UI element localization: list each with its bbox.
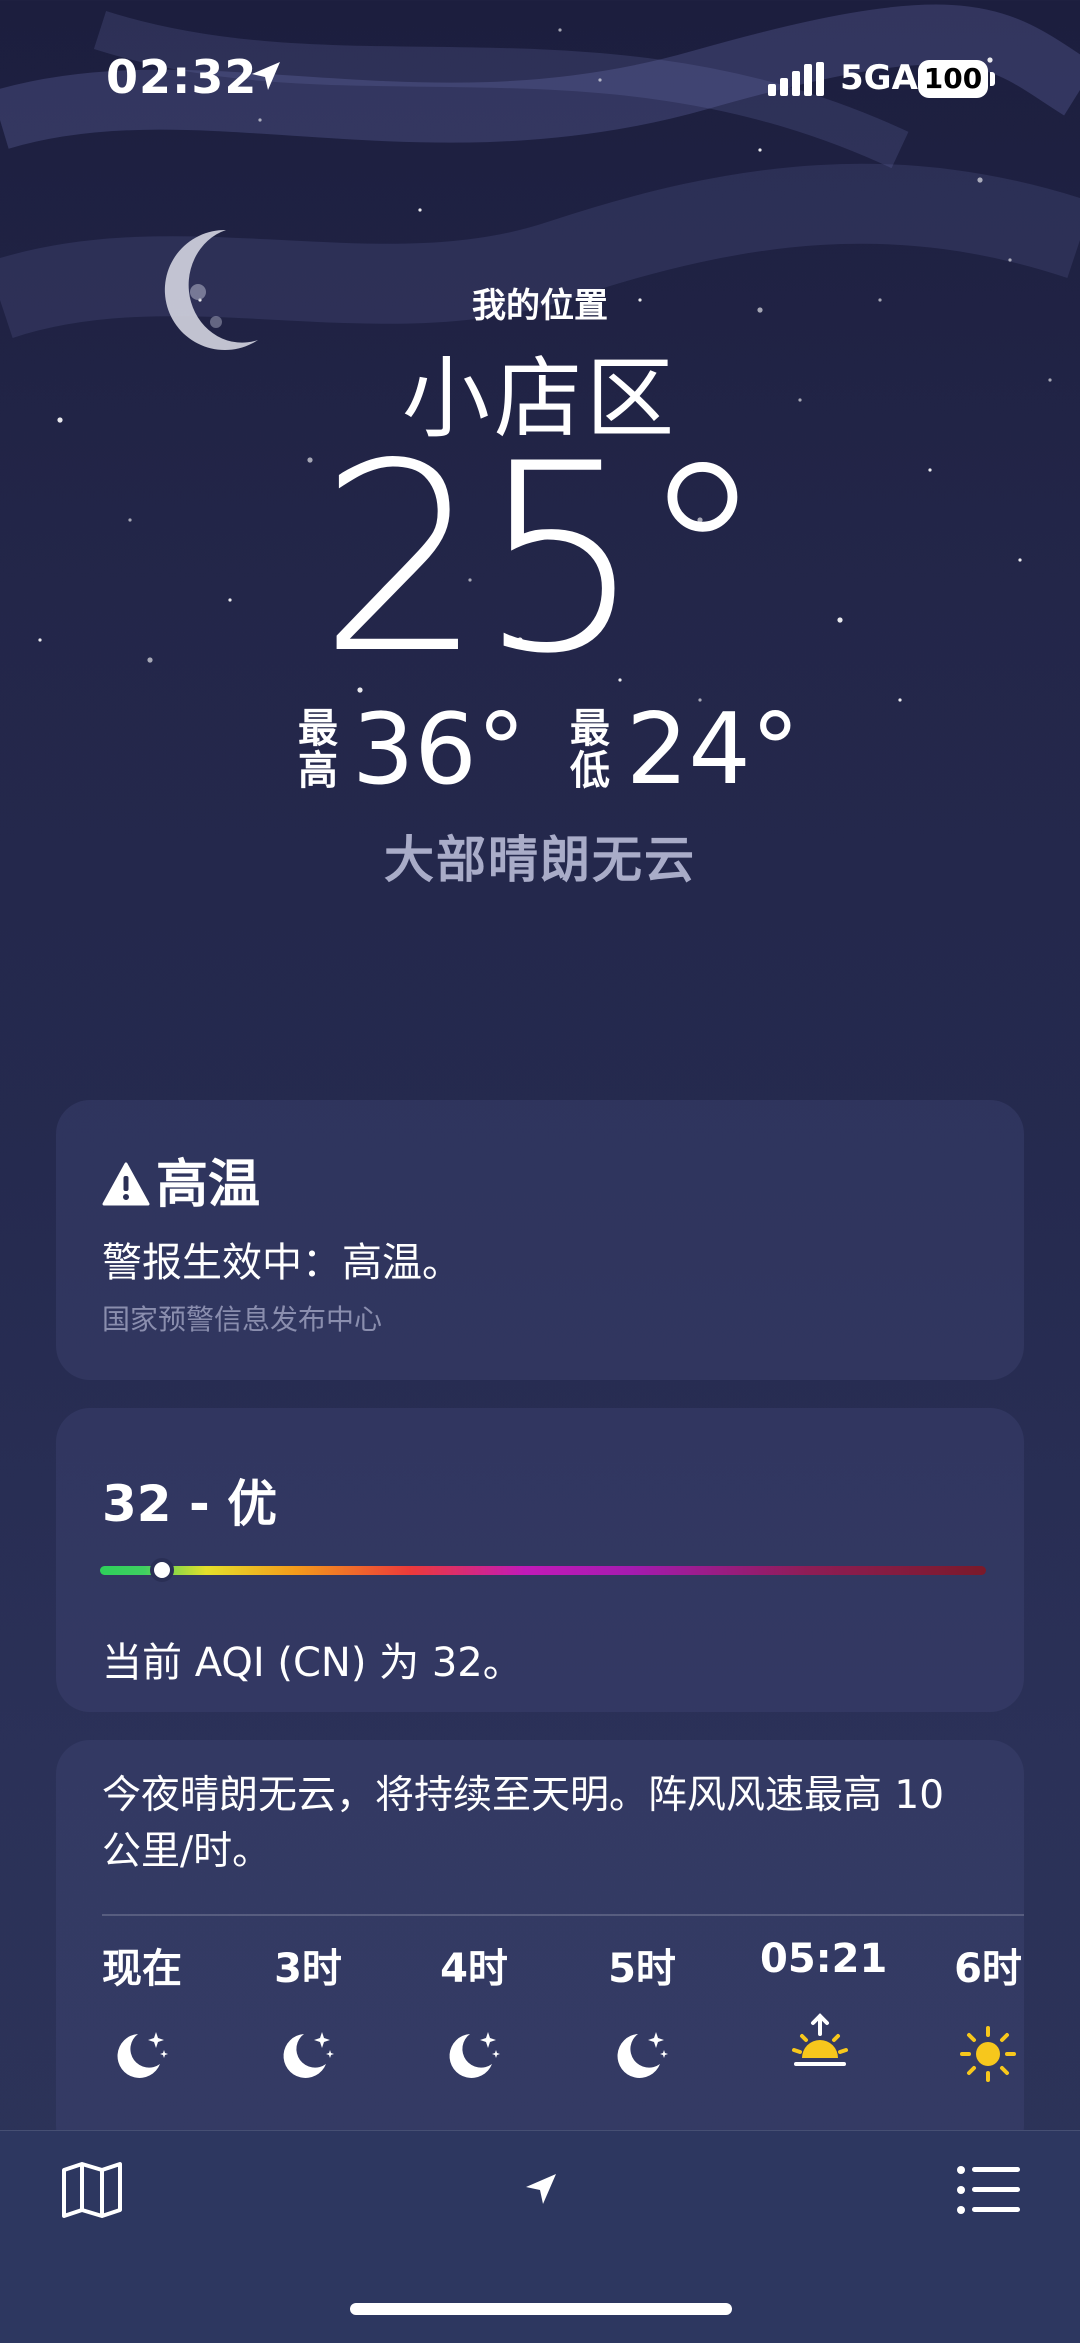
moon-stars-icon	[117, 2032, 168, 2078]
hour-item: 6时	[928, 1936, 1024, 2084]
alert-body: 警报生效中：高温。	[102, 1240, 462, 1286]
hour-label: 4时	[440, 1946, 508, 1992]
home-indicator[interactable]	[350, 2303, 732, 2315]
moon-stars-icon	[283, 2032, 334, 2078]
sunrise-icon	[792, 2013, 848, 2066]
star	[977, 177, 983, 183]
battery-icon: 100	[918, 60, 988, 98]
current-location-icon[interactable]	[522, 2170, 560, 2208]
aqi-description: 当前 AQI (CN) 为 32。	[102, 1640, 523, 1686]
high-low: 最高 36° 最低 24°	[0, 700, 1080, 800]
alert-source: 国家预警信息发布中心	[102, 1303, 383, 1336]
star	[758, 148, 762, 152]
low-temperature: 24°	[626, 693, 800, 807]
hour-label: 现在	[102, 1946, 182, 1992]
star	[558, 28, 562, 32]
moon-stars-icon	[617, 2032, 668, 2078]
status-time: 02:32	[106, 50, 258, 104]
aqi-card[interactable]: 32 - 优 当前 AQI (CN) 为 32。	[56, 1408, 1024, 1712]
map-icon[interactable]	[60, 2160, 124, 2220]
network-type: 5GA	[840, 58, 918, 98]
weather-condition: 大部晴朗无云	[384, 831, 696, 889]
high-label: 最高	[298, 706, 338, 794]
hour-item: 现在	[82, 1936, 202, 2084]
low-label: 最低	[570, 706, 610, 794]
location-arrow-icon	[252, 62, 280, 90]
star	[1008, 258, 1012, 262]
warning-icon	[102, 1162, 150, 1206]
high-temperature: 36°	[352, 693, 526, 807]
current-temperature: 25°	[318, 409, 768, 711]
my-location-label: 我的位置	[472, 286, 608, 326]
aqi-title: 32 - 优	[102, 1475, 278, 1533]
star	[258, 118, 262, 122]
hour-item: 5时	[582, 1936, 702, 2084]
sun-icon	[960, 2026, 1016, 2082]
hour-label: 05:21	[760, 1936, 888, 1982]
forecast-divider	[102, 1914, 1024, 1916]
hour-label: 6时	[954, 1946, 1022, 1992]
hourly-forecast-card[interactable]: 今夜晴朗无云，将持续至天明。阵风风速最高 10 公里/时。 现在 3时 4时 5…	[56, 1740, 1024, 2160]
star	[598, 78, 602, 82]
alert-card[interactable]: 高温 警报生效中：高温。 国家预警信息发布中心	[56, 1100, 1024, 1380]
hour-item: 3时	[248, 1936, 368, 2084]
alert-title-text: 高温	[156, 1155, 261, 1215]
hour-item: 05:21	[760, 1936, 888, 2072]
aqi-level-indicator	[150, 1558, 175, 1582]
aqi-scale-bar	[100, 1566, 986, 1575]
list-icon[interactable]	[956, 2164, 1022, 2216]
cellular-signal-icon	[768, 62, 824, 96]
star	[418, 208, 422, 212]
hour-label: 3时	[274, 1946, 342, 1992]
hour-item: 4时	[414, 1936, 534, 2084]
alert-title: 高温	[102, 1142, 260, 1217]
battery-tip	[990, 72, 995, 86]
star	[987, 57, 993, 63]
hour-label: 5时	[608, 1946, 676, 1992]
moon-stars-icon	[449, 2032, 500, 2078]
forecast-summary: 今夜晴朗无云，将持续至天明。阵风风速最高 10 公里/时。	[102, 1773, 945, 1874]
